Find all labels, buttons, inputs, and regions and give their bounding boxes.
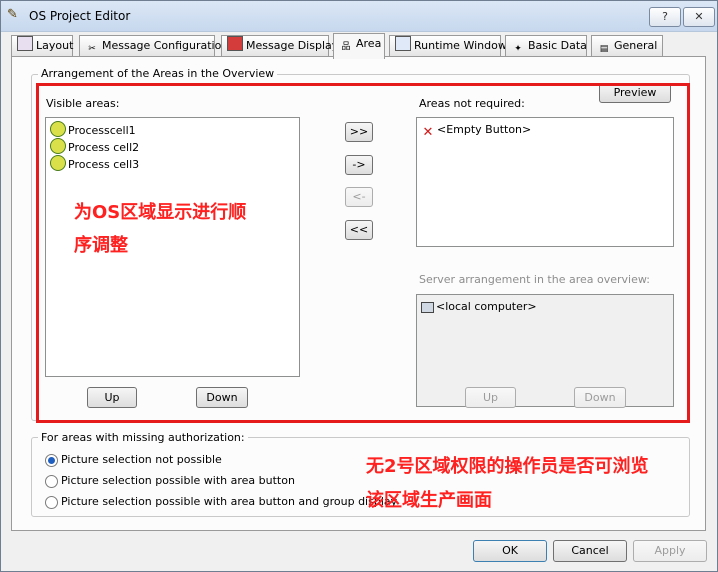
tab-basic-data[interactable]: ✦ Basic Data bbox=[505, 35, 587, 57]
tab-message-configuration[interactable]: ✂ Message Configuration bbox=[79, 35, 228, 57]
radio-area-button-group-display[interactable] bbox=[45, 496, 58, 509]
authorization-legend: For areas with missing authorization: bbox=[38, 431, 248, 444]
basic-data-icon: ✦ bbox=[514, 44, 522, 54]
annotation-right-line2: 该区域生产画面 bbox=[366, 490, 492, 511]
tab-area[interactable]: 品 Area bbox=[333, 33, 385, 59]
layout-icon bbox=[17, 36, 33, 51]
radio-area-button[interactable] bbox=[45, 475, 58, 488]
option-area-button-group-display-label[interactable]: Picture selection possible with area but… bbox=[61, 495, 397, 508]
radio-not-possible[interactable] bbox=[45, 454, 58, 467]
arrangement-legend: Arrangement of the Areas in the Overview bbox=[38, 67, 278, 80]
help-button[interactable]: ? bbox=[649, 7, 681, 27]
tab-runtime-window[interactable]: Runtime Window bbox=[389, 35, 507, 57]
cancel-button[interactable]: Cancel bbox=[553, 540, 627, 562]
tab-layout[interactable]: Layout bbox=[11, 35, 73, 57]
tab-message-display[interactable]: Message Display bbox=[221, 35, 338, 57]
os-project-editor-window: ✎ OS Project Editor ? ✕ Layout ✂ Message … bbox=[0, 0, 718, 572]
ok-button[interactable]: OK bbox=[473, 540, 547, 562]
option-not-possible-label[interactable]: Picture selection not possible bbox=[61, 453, 222, 466]
highlight-box bbox=[36, 83, 690, 423]
title-bar[interactable]: ✎ OS Project Editor ? ✕ bbox=[1, 1, 717, 32]
message-config-icon: ✂ bbox=[88, 44, 96, 54]
area-icon: 品 bbox=[341, 42, 351, 52]
message-display-icon bbox=[227, 36, 243, 51]
annotation-left-line1: 为OS区域显示进行顺 bbox=[74, 202, 247, 223]
tab-general[interactable]: ▤ General bbox=[591, 35, 663, 57]
option-area-button-label[interactable]: Picture selection possible with area but… bbox=[61, 474, 295, 487]
annotation-left-line2: 序调整 bbox=[74, 235, 128, 256]
runtime-window-icon bbox=[395, 36, 411, 51]
wand-icon: ✎ bbox=[7, 7, 18, 22]
annotation-right-line1: 无2号区域权限的操作员是否可浏览 bbox=[366, 456, 649, 477]
close-button[interactable]: ✕ bbox=[683, 7, 715, 27]
apply-button[interactable]: Apply bbox=[633, 540, 707, 562]
window-title: OS Project Editor bbox=[29, 9, 131, 23]
general-icon: ▤ bbox=[599, 44, 609, 54]
